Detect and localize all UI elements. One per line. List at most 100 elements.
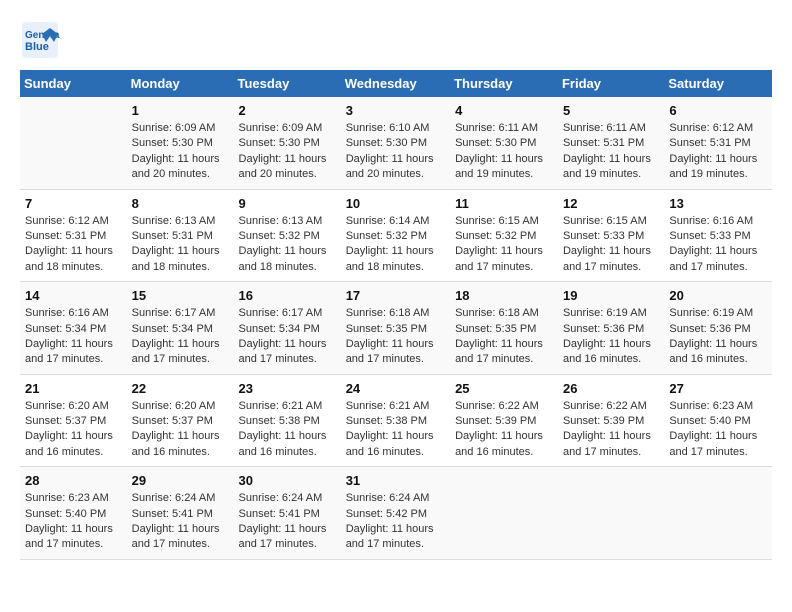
day-number: 24 — [346, 381, 445, 396]
day-info: Sunrise: 6:18 AM Sunset: 5:35 PM Dayligh… — [455, 306, 553, 368]
day-number: 5 — [563, 103, 659, 118]
day-info: Sunrise: 6:24 AM Sunset: 5:42 PM Dayligh… — [346, 491, 445, 553]
day-number: 30 — [239, 473, 336, 488]
day-number: 16 — [239, 288, 336, 303]
calendar-cell: 12Sunrise: 6:15 AM Sunset: 5:33 PM Dayli… — [558, 189, 664, 282]
day-number: 11 — [455, 196, 553, 211]
day-number: 12 — [563, 196, 659, 211]
calendar-cell: 22 Sunrise: 6:20 AM Sunset: 5:37 PM Dayli… — [127, 374, 234, 467]
page-header: General Blue — [20, 20, 772, 60]
calendar-cell: 4Sunrise: 6:11 AM Sunset: 5:30 PM Daylig… — [450, 97, 558, 189]
day-number: 9 — [239, 196, 336, 211]
day-info: Sunrise: 6:15 AM Sunset: 5:32 PM Dayligh… — [455, 214, 553, 276]
day-number: 26 — [563, 381, 659, 396]
day-info: Sunrise: 6:13 AM Sunset: 5:32 PM Dayligh… — [239, 214, 336, 276]
calendar-cell: 17 Sunrise: 6:18 AM Sunset: 5:35 PM Dayli… — [341, 282, 450, 375]
calendar-cell: 30 Sunrise: 6:24 AM Sunset: 5:41 PM Dayli… — [234, 467, 341, 560]
day-number: 3 — [346, 103, 445, 118]
calendar-cell: 24 Sunrise: 6:21 AM Sunset: 5:38 PM Dayli… — [341, 374, 450, 467]
day-info: Sunrise: 6:09 AM Sunset: 5:30 PM Dayligh… — [239, 121, 336, 183]
calendar-header-row: SundayMondayTuesdayWednesdayThursdayFrid… — [20, 70, 772, 97]
header-monday: Monday — [127, 70, 234, 97]
day-info: Sunrise: 6:20 AM Sunset: 5:37 PM Dayligh… — [132, 399, 229, 461]
day-info: Sunrise: 6:16 AM Sunset: 5:34 PM Dayligh… — [25, 306, 122, 368]
svg-text:Blue: Blue — [25, 41, 49, 53]
header-wednesday: Wednesday — [341, 70, 450, 97]
calendar-cell: 28 Sunrise: 6:23 AM Sunset: 5:40 PM Dayli… — [20, 467, 127, 560]
calendar-cell: 27 Sunrise: 6:23 AM Sunset: 5:40 PM Dayli… — [664, 374, 772, 467]
calendar-cell: 31 Sunrise: 6:24 AM Sunset: 5:42 PM Dayli… — [341, 467, 450, 560]
day-number: 29 — [132, 473, 229, 488]
calendar-cell: 5Sunrise: 6:11 AM Sunset: 5:31 PM Daylig… — [558, 97, 664, 189]
day-number: 25 — [455, 381, 553, 396]
calendar-cell: 18 Sunrise: 6:18 AM Sunset: 5:35 PM Dayli… — [450, 282, 558, 375]
calendar-cell: 19 Sunrise: 6:19 AM Sunset: 5:36 PM Dayli… — [558, 282, 664, 375]
day-info: Sunrise: 6:22 AM Sunset: 5:39 PM Dayligh… — [455, 399, 553, 461]
calendar-cell: 2Sunrise: 6:09 AM Sunset: 5:30 PM Daylig… — [234, 97, 341, 189]
day-number: 14 — [25, 288, 122, 303]
day-info: Sunrise: 6:23 AM Sunset: 5:40 PM Dayligh… — [669, 399, 767, 461]
day-info: Sunrise: 6:20 AM Sunset: 5:37 PM Dayligh… — [25, 399, 122, 461]
calendar-week-row: 1 Sunrise: 6:09 AM Sunset: 5:30 PM Daylig… — [20, 97, 772, 189]
day-number: 22 — [132, 381, 229, 396]
day-info: Sunrise: 6:09 AM Sunset: 5:30 PM Dayligh… — [132, 121, 229, 183]
calendar-cell: 13 Sunrise: 6:16 AM Sunset: 5:33 PM Dayli… — [664, 189, 772, 282]
calendar-cell — [20, 97, 127, 189]
calendar-cell: 6 Sunrise: 6:12 AM Sunset: 5:31 PM Daylig… — [664, 97, 772, 189]
day-number: 10 — [346, 196, 445, 211]
logo: General Blue — [20, 20, 66, 60]
calendar-cell: 7Sunrise: 6:12 AM Sunset: 5:31 PM Daylig… — [20, 189, 127, 282]
header-tuesday: Tuesday — [234, 70, 341, 97]
day-number: 28 — [25, 473, 122, 488]
day-number: 20 — [669, 288, 767, 303]
calendar-cell — [558, 467, 664, 560]
day-info: Sunrise: 6:21 AM Sunset: 5:38 PM Dayligh… — [346, 399, 445, 461]
calendar-week-row: 28 Sunrise: 6:23 AM Sunset: 5:40 PM Dayli… — [20, 467, 772, 560]
calendar-week-row: 7Sunrise: 6:12 AM Sunset: 5:31 PM Daylig… — [20, 189, 772, 282]
header-sunday: Sunday — [20, 70, 127, 97]
day-number: 18 — [455, 288, 553, 303]
calendar-cell: 8Sunrise: 6:13 AM Sunset: 5:31 PM Daylig… — [127, 189, 234, 282]
day-info: Sunrise: 6:19 AM Sunset: 5:36 PM Dayligh… — [563, 306, 659, 368]
calendar-cell: 26Sunrise: 6:22 AM Sunset: 5:39 PM Dayli… — [558, 374, 664, 467]
day-info: Sunrise: 6:17 AM Sunset: 5:34 PM Dayligh… — [239, 306, 336, 368]
day-info: Sunrise: 6:19 AM Sunset: 5:36 PM Dayligh… — [669, 306, 767, 368]
calendar-cell — [664, 467, 772, 560]
calendar-cell: 9 Sunrise: 6:13 AM Sunset: 5:32 PM Daylig… — [234, 189, 341, 282]
day-number: 27 — [669, 381, 767, 396]
day-number: 4 — [455, 103, 553, 118]
day-info: Sunrise: 6:16 AM Sunset: 5:33 PM Dayligh… — [669, 214, 767, 276]
calendar-table: SundayMondayTuesdayWednesdayThursdayFrid… — [20, 70, 772, 560]
calendar-cell: 16 Sunrise: 6:17 AM Sunset: 5:34 PM Dayli… — [234, 282, 341, 375]
day-number: 13 — [669, 196, 767, 211]
day-number: 23 — [239, 381, 336, 396]
calendar-cell: 25 Sunrise: 6:22 AM Sunset: 5:39 PM Dayli… — [450, 374, 558, 467]
day-number: 19 — [563, 288, 659, 303]
day-info: Sunrise: 6:21 AM Sunset: 5:38 PM Dayligh… — [239, 399, 336, 461]
day-number: 17 — [346, 288, 445, 303]
calendar-cell: 15Sunrise: 6:17 AM Sunset: 5:34 PM Dayli… — [127, 282, 234, 375]
day-info: Sunrise: 6:17 AM Sunset: 5:34 PM Dayligh… — [132, 306, 229, 368]
calendar-week-row: 21 Sunrise: 6:20 AM Sunset: 5:37 PM Dayli… — [20, 374, 772, 467]
day-info: Sunrise: 6:12 AM Sunset: 5:31 PM Dayligh… — [669, 121, 767, 183]
calendar-cell: 3Sunrise: 6:10 AM Sunset: 5:30 PM Daylig… — [341, 97, 450, 189]
day-info: Sunrise: 6:13 AM Sunset: 5:31 PM Dayligh… — [132, 214, 229, 276]
day-info: Sunrise: 6:23 AM Sunset: 5:40 PM Dayligh… — [25, 491, 122, 553]
day-info: Sunrise: 6:24 AM Sunset: 5:41 PM Dayligh… — [239, 491, 336, 553]
day-number: 31 — [346, 473, 445, 488]
day-number: 21 — [25, 381, 122, 396]
day-number: 1 — [132, 103, 229, 118]
calendar-cell — [450, 467, 558, 560]
day-info: Sunrise: 6:18 AM Sunset: 5:35 PM Dayligh… — [346, 306, 445, 368]
calendar-cell: 1 Sunrise: 6:09 AM Sunset: 5:30 PM Daylig… — [127, 97, 234, 189]
header-friday: Friday — [558, 70, 664, 97]
calendar-cell: 29Sunrise: 6:24 AM Sunset: 5:41 PM Dayli… — [127, 467, 234, 560]
day-info: Sunrise: 6:12 AM Sunset: 5:31 PM Dayligh… — [25, 214, 122, 276]
day-number: 6 — [669, 103, 767, 118]
calendar-cell: 21 Sunrise: 6:20 AM Sunset: 5:37 PM Dayli… — [20, 374, 127, 467]
calendar-cell: 14 Sunrise: 6:16 AM Sunset: 5:34 PM Dayli… — [20, 282, 127, 375]
calendar-week-row: 14 Sunrise: 6:16 AM Sunset: 5:34 PM Dayli… — [20, 282, 772, 375]
header-saturday: Saturday — [664, 70, 772, 97]
calendar-cell: 20 Sunrise: 6:19 AM Sunset: 5:36 PM Dayli… — [664, 282, 772, 375]
calendar-cell: 23 Sunrise: 6:21 AM Sunset: 5:38 PM Dayli… — [234, 374, 341, 467]
